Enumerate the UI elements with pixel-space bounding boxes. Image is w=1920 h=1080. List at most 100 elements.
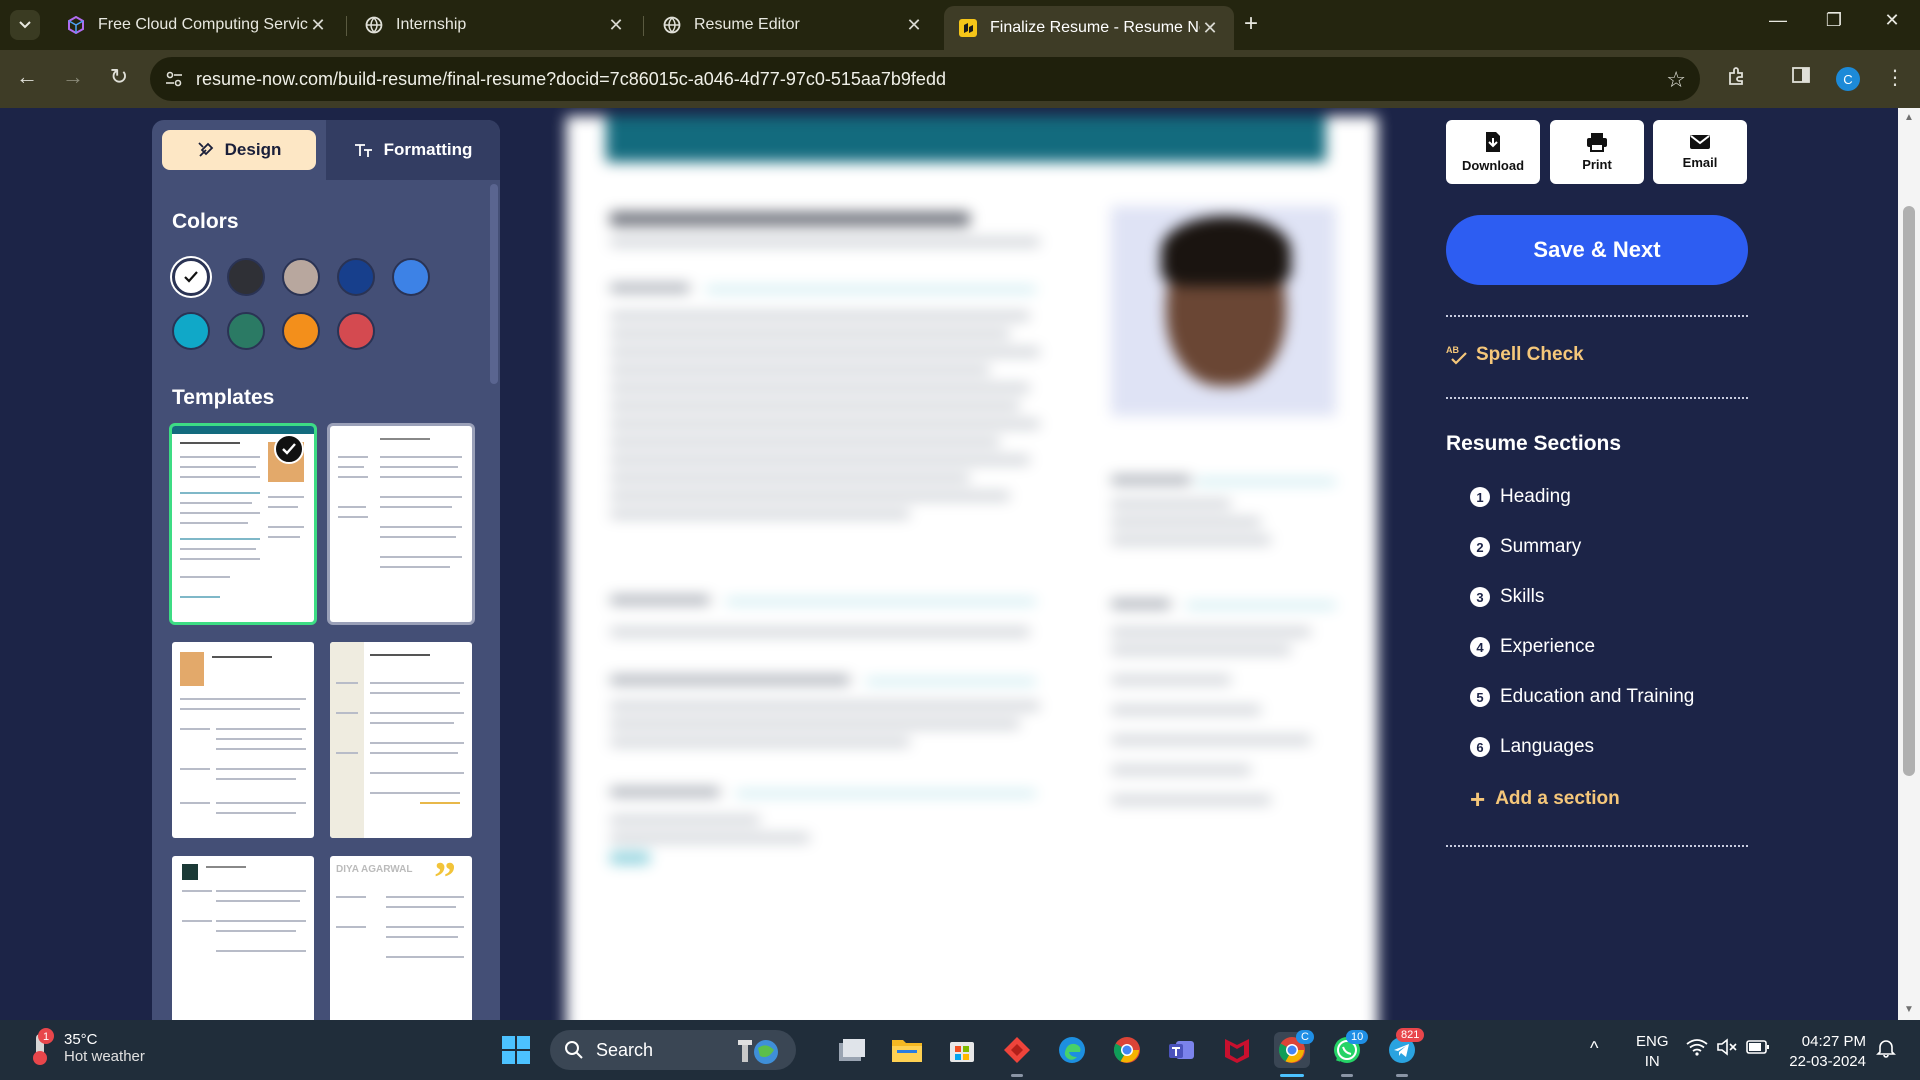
color-swatch-white[interactable] bbox=[172, 258, 210, 296]
clock[interactable]: 04:27 PM 22-03-2024 bbox=[1786, 1032, 1866, 1072]
resume-preview[interactable] bbox=[566, 116, 1378, 1020]
section-label: Experience bbox=[1500, 636, 1596, 657]
section-item-summary[interactable]: 2 Summary bbox=[1470, 536, 1581, 558]
side-panel-icon[interactable] bbox=[1786, 65, 1816, 91]
tab-search-menu-button[interactable] bbox=[10, 10, 40, 40]
section-number: 6 bbox=[1470, 737, 1490, 757]
reload-icon[interactable]: ↻ bbox=[104, 64, 134, 90]
bookmark-star-icon[interactable]: ☆ bbox=[1666, 67, 1686, 93]
show-hidden-icons-chevron-icon[interactable]: ^ bbox=[1590, 1038, 1598, 1059]
profile-avatar[interactable]: C bbox=[1836, 67, 1860, 91]
close-tab-icon[interactable]: ✕ bbox=[308, 15, 328, 36]
close-window-icon[interactable]: ✕ bbox=[1872, 10, 1912, 31]
tab-title: Finalize Resume - Resume Now bbox=[990, 19, 1200, 36]
windows-start-icon[interactable] bbox=[498, 1032, 534, 1068]
section-item-skills[interactable]: 3 Skills bbox=[1470, 586, 1544, 608]
taskbar-search-input[interactable]: Search bbox=[550, 1030, 796, 1070]
color-swatch-cyan[interactable] bbox=[172, 312, 210, 350]
browser-menu-icon[interactable]: ⋮ bbox=[1880, 65, 1910, 90]
add-section-button[interactable]: + Add a section bbox=[1470, 786, 1620, 812]
formatting-tab[interactable]: Formatting bbox=[326, 130, 500, 170]
color-swatch-green[interactable] bbox=[227, 312, 265, 350]
chrome-icon[interactable] bbox=[1109, 1032, 1145, 1068]
whatsapp-badge: 10 bbox=[1346, 1030, 1369, 1044]
color-swatch-orange[interactable] bbox=[282, 312, 320, 350]
email-button[interactable]: Email bbox=[1653, 120, 1747, 184]
spell-check-button[interactable]: AB Spell Check bbox=[1446, 344, 1584, 366]
preview-header-bar bbox=[606, 116, 1326, 162]
panel-scrollbar[interactable] bbox=[490, 184, 498, 384]
running-indicator bbox=[1341, 1074, 1353, 1077]
section-item-heading[interactable]: 1 Heading bbox=[1470, 486, 1571, 508]
scroll-down-arrow-icon[interactable]: ▼ bbox=[1898, 1004, 1920, 1015]
section-item-languages[interactable]: 6 Languages bbox=[1470, 736, 1594, 758]
save-next-button[interactable]: Save & Next bbox=[1446, 215, 1748, 285]
teams-icon[interactable] bbox=[1164, 1032, 1200, 1068]
divider bbox=[1446, 397, 1748, 399]
tab-title: Resume Editor bbox=[694, 16, 800, 33]
site-info-icon[interactable] bbox=[164, 69, 184, 89]
edge-icon[interactable] bbox=[1054, 1032, 1090, 1068]
spell-check-icon: AB bbox=[1446, 344, 1468, 366]
microsoft-store-icon[interactable] bbox=[944, 1032, 980, 1068]
anydesk-icon[interactable] bbox=[999, 1032, 1035, 1068]
browser-tab-1[interactable]: Free Cloud Computing Services ✕ bbox=[52, 6, 342, 44]
color-swatch-navy[interactable] bbox=[337, 258, 375, 296]
section-label: Heading bbox=[1500, 486, 1571, 507]
divider bbox=[1446, 845, 1748, 847]
color-swatch-taupe[interactable] bbox=[282, 258, 320, 296]
file-explorer-icon[interactable] bbox=[889, 1032, 925, 1068]
back-arrow-icon[interactable]: ← bbox=[12, 64, 42, 90]
section-label: Summary bbox=[1500, 536, 1582, 557]
restore-icon[interactable]: ❐ bbox=[1814, 10, 1854, 31]
browser-tab-2[interactable]: Internship ✕ bbox=[350, 6, 640, 44]
wifi-icon[interactable] bbox=[1686, 1038, 1708, 1060]
scrollbar-thumb[interactable] bbox=[1903, 206, 1915, 776]
download-button[interactable]: Download bbox=[1446, 120, 1540, 184]
section-label: Education and Training bbox=[1500, 686, 1695, 707]
browser-tab-3[interactable]: Resume Editor ✕ bbox=[648, 6, 938, 44]
template-thumbnail-3[interactable] bbox=[172, 642, 314, 838]
weather-widget[interactable]: 1 35°C Hot weather bbox=[24, 1028, 145, 1068]
language-indicator[interactable]: ENG IN bbox=[1636, 1032, 1669, 1072]
notification-bell-icon[interactable] bbox=[1876, 1038, 1896, 1062]
template-thumbnail-5[interactable] bbox=[172, 856, 314, 1020]
browser-tab-bar: Free Cloud Computing Services ✕ Internsh… bbox=[0, 0, 1920, 50]
formatting-tab-label: Formatting bbox=[383, 140, 473, 159]
speaker-muted-icon[interactable] bbox=[1716, 1038, 1738, 1060]
section-item-experience[interactable]: 4 Experience bbox=[1470, 636, 1595, 658]
close-tab-icon[interactable]: ✕ bbox=[904, 15, 924, 36]
design-tab[interactable]: Design bbox=[162, 130, 316, 170]
page-content: Design Formatting Colors Templates DIYA … bbox=[0, 108, 1920, 1020]
address-bar[interactable]: resume-now.com/build-resume/final-resume… bbox=[150, 57, 1700, 101]
browser-tab-active[interactable]: Finalize Resume - Resume Now ✕ bbox=[944, 6, 1234, 50]
weather-description: Hot weather bbox=[64, 1048, 145, 1065]
text-format-icon bbox=[354, 142, 374, 158]
color-swatch-red[interactable] bbox=[337, 312, 375, 350]
email-label: Email bbox=[1682, 155, 1718, 170]
task-view-icon[interactable] bbox=[834, 1032, 870, 1068]
close-tab-icon[interactable]: ✕ bbox=[1200, 18, 1220, 39]
print-button[interactable]: Print bbox=[1550, 120, 1644, 184]
thermometer-icon: 1 bbox=[24, 1028, 58, 1068]
mcafee-icon[interactable] bbox=[1219, 1032, 1255, 1068]
url-text: resume-now.com/build-resume/final-resume… bbox=[196, 68, 946, 89]
template-thumbnail-4[interactable] bbox=[330, 642, 472, 838]
page-scrollbar[interactable]: ▲ ▼ bbox=[1898, 108, 1920, 1020]
minimize-icon[interactable]: — bbox=[1758, 10, 1798, 31]
scroll-up-arrow-icon[interactable]: ▲ bbox=[1898, 112, 1920, 123]
template-thumbnail-6[interactable]: DIYA AGARWAL ” bbox=[330, 856, 472, 1020]
battery-icon[interactable] bbox=[1746, 1039, 1770, 1059]
divider bbox=[1446, 315, 1748, 317]
color-swatch-charcoal[interactable] bbox=[227, 258, 265, 296]
template-thumbnail-2[interactable] bbox=[330, 426, 472, 622]
close-tab-icon[interactable]: ✕ bbox=[606, 15, 626, 36]
section-item-education[interactable]: 5 Education and Training bbox=[1470, 686, 1694, 708]
color-swatch-blue[interactable] bbox=[392, 258, 430, 296]
extensions-icon[interactable] bbox=[1722, 65, 1752, 93]
printer-icon bbox=[1586, 132, 1608, 152]
new-tab-button[interactable]: + bbox=[1244, 12, 1258, 36]
forward-arrow-icon[interactable]: → bbox=[58, 64, 88, 90]
telegram-badge: 821 bbox=[1396, 1028, 1425, 1042]
running-indicator bbox=[1396, 1074, 1408, 1077]
